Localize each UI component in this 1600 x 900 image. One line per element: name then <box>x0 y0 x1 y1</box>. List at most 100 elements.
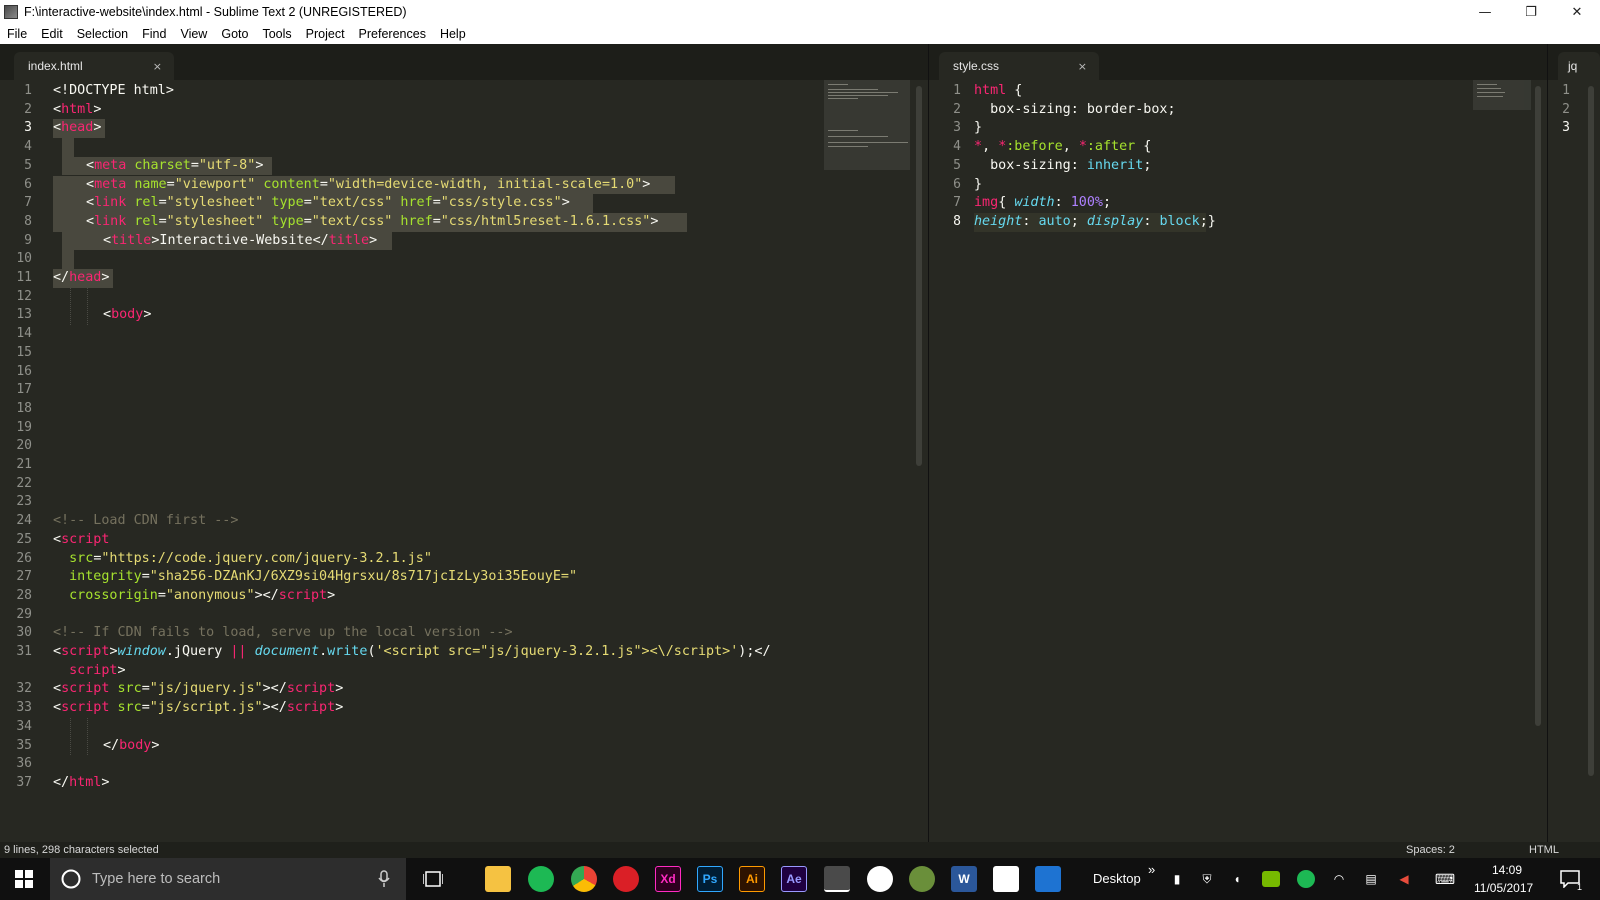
line-number: 25 <box>16 531 32 547</box>
minimap[interactable] <box>1473 80 1531 110</box>
code-token: < <box>53 531 62 547</box>
adobe-xd-icon[interactable]: Xd <box>655 866 681 892</box>
title-bar: F:\interactive-website\index.html - Subl… <box>0 0 1600 24</box>
vertical-scrollbar[interactable] <box>916 86 922 466</box>
printer-icon[interactable]: ▤ <box>1362 866 1380 892</box>
menu-help[interactable]: Help <box>440 27 466 41</box>
github-icon[interactable] <box>867 866 893 892</box>
task-view-glyph <box>423 871 443 887</box>
editor-pane-style-css[interactable]: 1 2 3 4 5 6 7 8 html { box-sizing: borde… <box>929 80 1547 842</box>
tab-jq[interactable]: jq <box>1558 52 1600 80</box>
file-explorer-icon[interactable] <box>485 866 511 892</box>
line-number: 17 <box>16 382 32 398</box>
clock-date[interactable]: 11/05/2017 <box>1474 881 1533 895</box>
indent-guide <box>70 717 71 755</box>
wifi-icon[interactable]: ◠ <box>1330 866 1348 892</box>
code-token: <!DOCTYPE html> <box>53 83 174 98</box>
code-line: <!-- If CDN fails to load, serve up the … <box>53 624 513 643</box>
code-token: ></ <box>262 700 287 716</box>
dropbox-icon[interactable] <box>993 866 1019 892</box>
code-token: img <box>974 195 999 211</box>
menu-edit[interactable]: Edit <box>41 27 63 41</box>
code-token: integrity <box>53 569 142 585</box>
microphone-icon[interactable] <box>378 870 390 888</box>
spotify-icon[interactable] <box>528 866 554 892</box>
menu-goto[interactable]: Goto <box>221 27 248 41</box>
code-token: = <box>303 195 312 211</box>
code-token: = <box>166 176 175 192</box>
minimap[interactable] <box>824 80 910 170</box>
app-icon[interactable] <box>909 866 935 892</box>
line-number: 5 <box>953 157 961 173</box>
toolbar-overflow-chevron[interactable]: » <box>1148 862 1155 877</box>
code-token: > <box>117 662 126 678</box>
code-line: html { <box>974 82 1022 101</box>
line-number-current: 3 <box>24 120 32 136</box>
usb-icon[interactable]: ▮ <box>1168 866 1186 892</box>
word-icon[interactable]: W <box>951 866 977 892</box>
speaker-icon[interactable]: ◀ <box>1395 866 1413 892</box>
menu-view[interactable]: View <box>180 27 207 41</box>
vertical-scrollbar[interactable] <box>1588 86 1594 776</box>
code-token: charset <box>126 157 191 173</box>
menu-selection[interactable]: Selection <box>77 27 128 41</box>
creative-cloud-icon[interactable] <box>613 866 639 892</box>
menu-tools[interactable]: Tools <box>262 27 291 41</box>
code-line: } <box>974 119 982 138</box>
menu-find[interactable]: Find <box>142 27 166 41</box>
shield-app-icon[interactable] <box>1035 866 1061 892</box>
syntax-status[interactable]: HTML <box>1529 844 1559 856</box>
indentation-status[interactable]: Spaces: 2 <box>1406 844 1455 856</box>
code-token: > <box>143 307 152 323</box>
line-number: 28 <box>16 587 32 603</box>
line-number: 11 <box>16 270 32 285</box>
action-center-icon[interactable]: 1 <box>1556 866 1584 892</box>
code-token: "js/jquery.js" <box>149 681 263 697</box>
illustrator-icon[interactable]: Ai <box>739 866 765 892</box>
window-controls: — ❐ ✕ <box>1462 0 1600 24</box>
vertical-scrollbar[interactable] <box>1535 86 1541 726</box>
menu-file[interactable]: File <box>7 27 27 41</box>
volume-tray-icon[interactable]: ◖ <box>1228 866 1246 892</box>
desktop-toolbar-label[interactable]: Desktop <box>1093 871 1141 886</box>
after-effects-label: Ae <box>786 872 802 886</box>
nvidia-icon[interactable] <box>1262 871 1280 887</box>
menu-project[interactable]: Project <box>306 27 345 41</box>
line-number: 3 <box>953 120 961 136</box>
line-number: 33 <box>16 700 32 716</box>
tab-close-icon[interactable]: × <box>1078 60 1087 73</box>
menu-preferences[interactable]: Preferences <box>359 27 426 41</box>
restore-button[interactable]: ❐ <box>1508 0 1554 24</box>
left-tab-bar: index.html × <box>0 44 928 80</box>
spotify-tray-icon[interactable] <box>1297 870 1315 888</box>
editor-pane-index-html[interactable]: 1 2 3 4 5 6 7 8 9 10 11 12 13 14 15 16 1… <box>0 80 928 842</box>
sublime-text-taskbar-icon[interactable] <box>824 866 850 892</box>
defender-shield-icon[interactable]: ⛨ <box>1198 866 1216 892</box>
editor-pane-jq[interactable]: 1 2 3 <box>1548 80 1600 842</box>
clock-time[interactable]: 14:09 <box>1492 863 1522 877</box>
photoshop-icon[interactable]: Ps <box>697 866 723 892</box>
tab-close-icon[interactable]: × <box>153 60 162 73</box>
line-number: 2 <box>24 101 32 117</box>
code-token: < <box>53 101 62 117</box>
code-token: script <box>278 587 328 603</box>
code-token: } <box>974 176 983 192</box>
minimize-button[interactable]: — <box>1462 0 1508 24</box>
taskbar-search[interactable]: Type here to search <box>50 858 406 900</box>
code-token: title <box>328 232 370 248</box>
tab-index-html[interactable]: index.html × <box>14 52 174 80</box>
after-effects-icon[interactable]: Ae <box>781 866 807 892</box>
task-view-icon[interactable] <box>420 866 446 892</box>
code-token: link <box>94 195 127 211</box>
tab-style-css[interactable]: style.css × <box>939 52 1099 80</box>
code-line-wrapped: script> <box>53 662 126 681</box>
code-token: box-sizing <box>974 101 1071 117</box>
chrome-icon[interactable] <box>571 866 597 892</box>
keyboard-icon[interactable]: ⌨ <box>1432 866 1458 892</box>
code-token: "js/script.js" <box>149 700 263 716</box>
code-token: script <box>61 700 110 716</box>
start-button[interactable] <box>0 858 48 900</box>
tab-label: style.css <box>953 59 1000 73</box>
sublime-app-icon <box>4 5 18 19</box>
close-button[interactable]: ✕ <box>1554 0 1600 24</box>
